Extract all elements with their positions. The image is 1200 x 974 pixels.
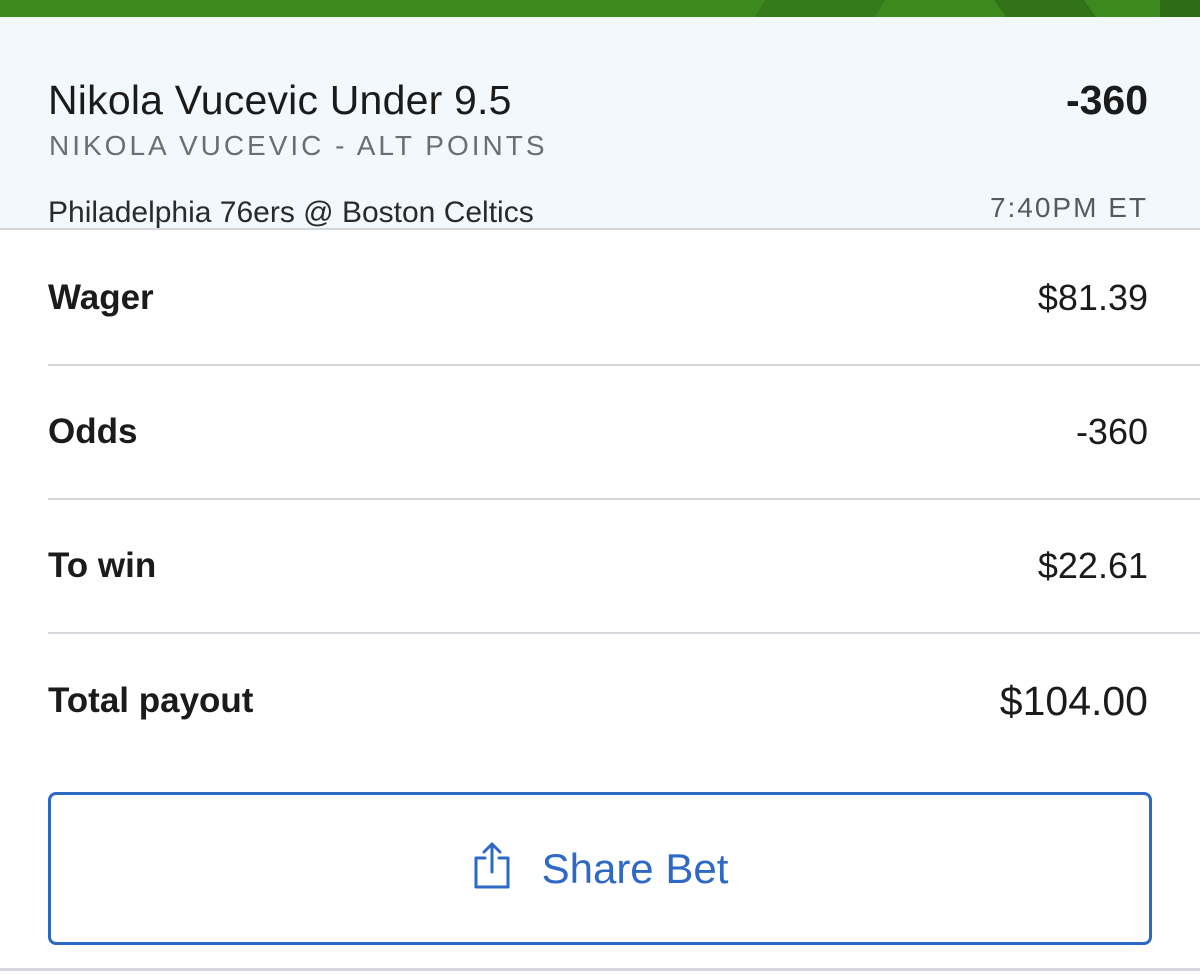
game-time: 7:40PM ET: [989, 192, 1148, 223]
to-win-value: $22.61: [1037, 545, 1148, 586]
bet-market-name: NIKOLA VUCEVIC - ALT POINTS: [49, 130, 548, 161]
to-win-row: To win $22.61: [48, 500, 1200, 634]
wager-label: Wager: [48, 278, 154, 317]
bet-selection-odds: -360: [1065, 77, 1148, 123]
top-brand-bar: [0, 0, 1200, 17]
brand-bar-shade: [1160, 0, 1200, 17]
bet-header: Nikola Vucevic Under 9.5 -360 NIKOLA VUC…: [0, 17, 1200, 230]
odds-row: Odds -360: [48, 366, 1200, 500]
total-payout-label: Total payout: [48, 681, 254, 720]
odds-value: -360: [1075, 411, 1148, 452]
wager-row: Wager $81.39: [48, 232, 1200, 366]
odds-label: Odds: [48, 412, 138, 451]
to-win-label: To win: [48, 546, 157, 585]
share-bet-label: Share Bet: [541, 844, 729, 892]
brand-bar-shade: [994, 0, 1096, 17]
total-payout-row: Total payout $104.00: [48, 634, 1200, 768]
bottom-divider: [0, 968, 1200, 971]
share-bet-button[interactable]: Share Bet: [48, 792, 1152, 945]
brand-bar-shade: [755, 0, 885, 17]
wager-value: $81.39: [1037, 277, 1148, 318]
total-payout-value: $104.00: [999, 677, 1148, 724]
share-icon: [474, 842, 510, 888]
game-matchup: Philadelphia 76ers @ Boston Celtics: [48, 196, 534, 229]
bet-selection-title: Nikola Vucevic Under 9.5: [48, 77, 512, 123]
